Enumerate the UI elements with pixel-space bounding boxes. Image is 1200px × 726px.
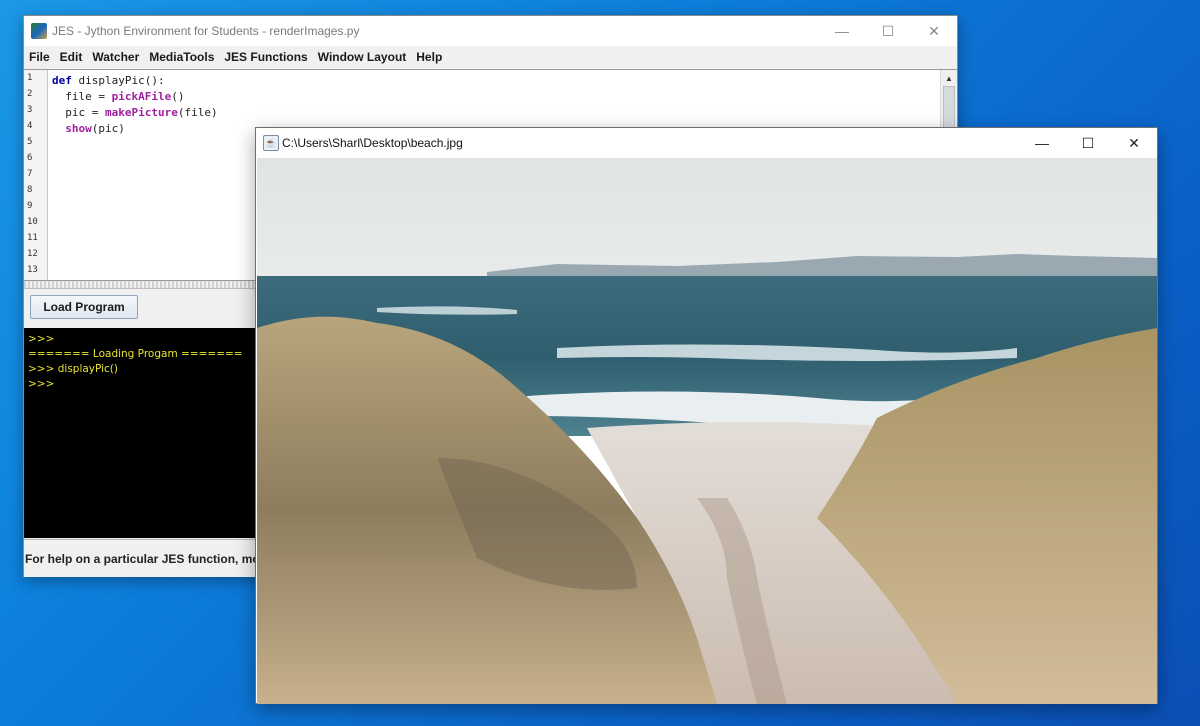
jes-titlebar[interactable]: JES - Jython Environment for Students - … [24, 16, 957, 46]
code-function: pickAFile [111, 90, 172, 103]
beach-photo [257, 158, 1157, 704]
code-text-span: displayPic(): [71, 74, 165, 87]
line-number: 10 [27, 217, 38, 227]
minimize-icon[interactable]: — [1019, 128, 1065, 158]
viewer-window-controls: — ☐ ✕ [1019, 128, 1157, 158]
line-number: 11 [27, 233, 38, 243]
menu-jes-functions[interactable]: JES Functions [219, 50, 312, 64]
close-icon[interactable]: ✕ [1111, 128, 1157, 158]
image-viewer-window: ☕ C:\Users\Sharl\Desktop\beach.jpg — ☐ ✕ [255, 127, 1158, 704]
beach-photo-graphic [257, 158, 1157, 704]
menu-file[interactable]: File [24, 50, 55, 64]
scroll-thumb[interactable] [943, 86, 955, 130]
minimize-icon[interactable]: — [819, 16, 865, 46]
code-function: show [65, 122, 92, 135]
maximize-icon[interactable]: ☐ [865, 16, 911, 46]
line-number: 7 [27, 169, 33, 179]
line-number: 9 [27, 201, 33, 211]
code-function: makePicture [104, 106, 178, 119]
jes-window-title: JES - Jython Environment for Students - … [52, 24, 360, 38]
jes-window-controls: — ☐ ✕ [819, 16, 957, 46]
scroll-up-icon[interactable]: ▲ [941, 70, 957, 86]
line-number: 13 [27, 265, 38, 275]
line-number: 5 [27, 137, 33, 147]
menu-mediatools[interactable]: MediaTools [144, 50, 219, 64]
line-number: 1 [27, 73, 33, 83]
menubar: File Edit Watcher MediaTools JES Functio… [24, 46, 957, 68]
code-line: show(pic) [52, 121, 218, 137]
line-number: 12 [27, 249, 38, 259]
code-line: def displayPic(): [52, 73, 218, 89]
line-number: 3 [27, 105, 33, 115]
code-text-span: file = [52, 90, 112, 103]
code-keyword: def [52, 74, 72, 87]
load-program-button[interactable]: Load Program [30, 295, 138, 319]
maximize-icon[interactable]: ☐ [1065, 128, 1111, 158]
line-number: 2 [27, 89, 33, 99]
menu-help[interactable]: Help [411, 50, 447, 64]
line-number: 6 [27, 153, 33, 163]
menu-watcher[interactable]: Watcher [87, 50, 144, 64]
code-line: file = pickAFile() [52, 89, 218, 105]
code-line: pic = makePicture(file) [52, 105, 218, 121]
menu-window-layout[interactable]: Window Layout [313, 50, 412, 64]
viewer-titlebar[interactable]: ☕ C:\Users\Sharl\Desktop\beach.jpg — ☐ ✕ [256, 128, 1157, 158]
line-number-gutter: 1 2 3 4 5 6 7 8 9 10 11 12 13 [24, 70, 48, 280]
code-text-span [52, 122, 65, 135]
code-text-span: pic = [52, 106, 105, 119]
menu-edit[interactable]: Edit [55, 50, 88, 64]
java-app-icon: ☕ [263, 135, 279, 151]
code-text[interactable]: def displayPic(): file = pickAFile() pic… [52, 73, 218, 137]
code-text-span: () [171, 90, 185, 103]
line-number: 4 [27, 121, 33, 131]
viewer-window-title: C:\Users\Sharl\Desktop\beach.jpg [282, 136, 463, 150]
close-icon[interactable]: ✕ [911, 16, 957, 46]
code-text-span: (file) [177, 106, 218, 119]
jes-app-icon [31, 23, 47, 39]
code-text-span: (pic) [91, 122, 125, 135]
line-number: 8 [27, 185, 33, 195]
